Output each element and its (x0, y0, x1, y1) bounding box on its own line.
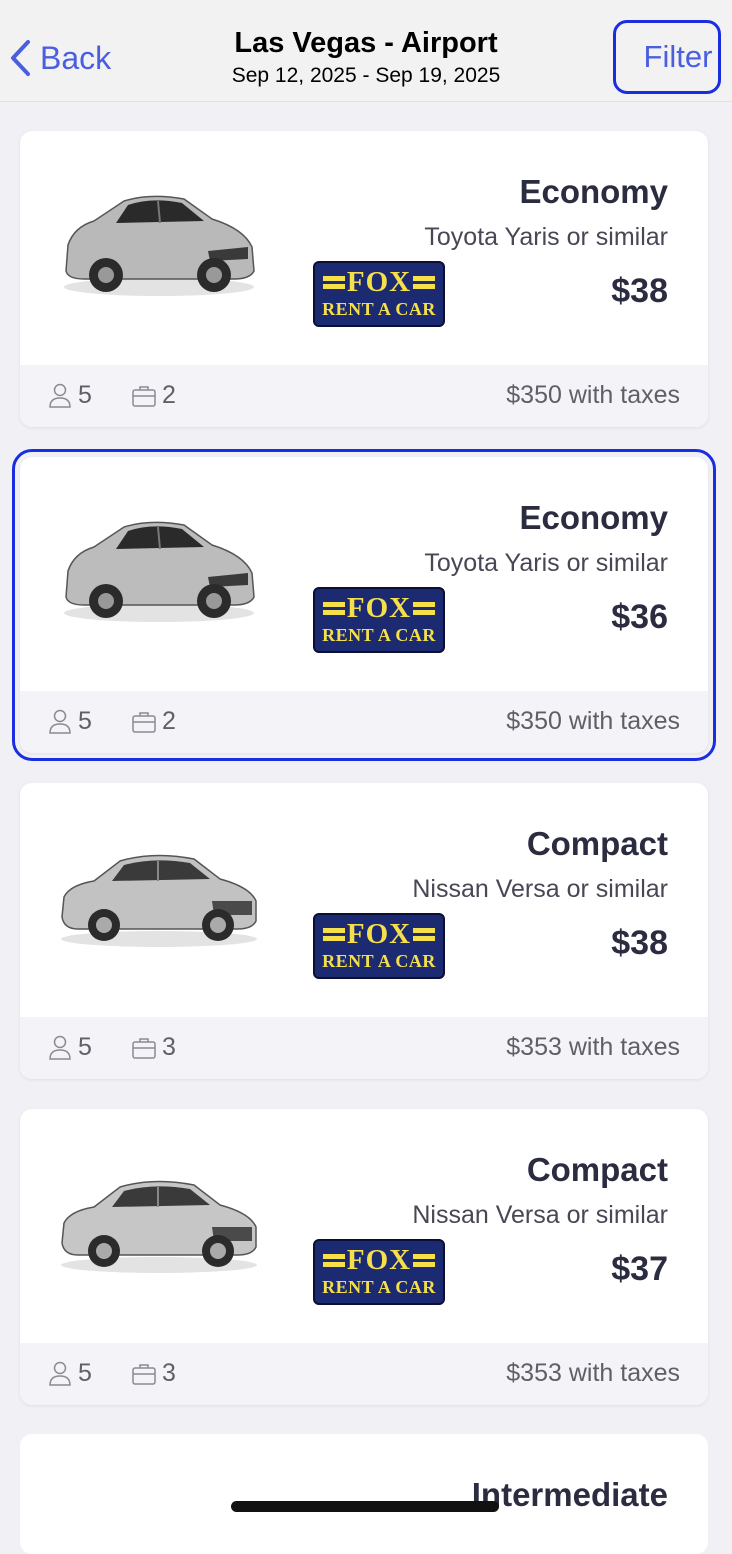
car-model: Nissan Versa or similar (412, 875, 668, 903)
car-model: Nissan Versa or similar (412, 1201, 668, 1229)
car-result-card[interactable]: FOX RENT A CAR Economy Toyota Yaris or s… (20, 131, 708, 427)
daily-price: $36 (611, 598, 668, 636)
briefcase-icon (132, 711, 156, 733)
card-footer: 5 2 $350 with taxes (20, 365, 708, 427)
bag-capacity: 3 (132, 1033, 176, 1062)
total-price: $353 with taxes (506, 1033, 680, 1061)
card-footer: 5 3 $353 with taxes (20, 1343, 708, 1405)
fox-rent-a-car-logo: FOX RENT A CAR (313, 261, 445, 327)
card-footer: 5 2 $350 with taxes (20, 691, 708, 753)
car-class: Compact (526, 825, 668, 862)
car-image (54, 835, 264, 955)
car-class: Compact (526, 1151, 668, 1188)
filter-label: Filter (643, 39, 713, 74)
passenger-capacity: 5 (48, 1033, 92, 1062)
total-price: $350 with taxes (506, 381, 680, 409)
car-class: Economy (519, 499, 668, 536)
car-result-card[interactable]: FOX RENT A CAR Compact Nissan Versa or s… (20, 783, 708, 1079)
bag-capacity: 2 (132, 381, 176, 410)
passenger-capacity: 5 (48, 1359, 92, 1388)
person-icon (49, 1035, 71, 1060)
total-price: $350 with taxes (506, 707, 680, 735)
daily-price: $38 (611, 272, 668, 310)
daily-price: $38 (611, 924, 668, 962)
person-icon (49, 709, 71, 734)
car-image (54, 183, 264, 303)
total-price: $353 with taxes (506, 1359, 680, 1387)
top-bar: Back Las Vegas - Airport Sep 12, 2025 - … (0, 0, 732, 102)
filter-button[interactable]: Filter (613, 20, 721, 94)
car-image (54, 1161, 264, 1281)
fox-rent-a-car-logo: FOX RENT A CAR (313, 587, 445, 653)
person-icon (49, 1361, 71, 1386)
sedan-car-icon (61, 854, 257, 947)
hatchback-car-icon (64, 521, 255, 622)
fox-rent-a-car-logo: FOX RENT A CAR (313, 1239, 445, 1305)
car-result-card[interactable]: FOX RENT A CAR Compact Nissan Versa or s… (20, 1109, 708, 1405)
car-model: Toyota Yaris or similar (424, 549, 668, 577)
briefcase-icon (132, 1363, 156, 1385)
passenger-capacity: 5 (48, 381, 92, 410)
daily-price: $37 (611, 1250, 668, 1288)
car-class: Economy (519, 173, 668, 210)
car-class: Intermediate (471, 1476, 668, 1513)
person-icon (49, 383, 71, 408)
fox-rent-a-car-logo: FOX RENT A CAR (313, 913, 445, 979)
car-image (54, 509, 264, 629)
car-result-card-partial[interactable]: Intermediate (20, 1434, 708, 1554)
bag-capacity: 3 (132, 1359, 176, 1388)
card-footer: 5 3 $353 with taxes (20, 1017, 708, 1079)
home-indicator[interactable] (231, 1501, 499, 1512)
car-result-card[interactable]: FOX RENT A CAR Economy Toyota Yaris or s… (12, 449, 716, 761)
passenger-capacity: 5 (48, 707, 92, 736)
sedan-car-icon (61, 1180, 257, 1273)
hatchback-car-icon (64, 195, 255, 296)
car-model: Toyota Yaris or similar (424, 223, 668, 251)
briefcase-icon (132, 385, 156, 407)
briefcase-icon (132, 1037, 156, 1059)
bag-capacity: 2 (132, 707, 176, 736)
